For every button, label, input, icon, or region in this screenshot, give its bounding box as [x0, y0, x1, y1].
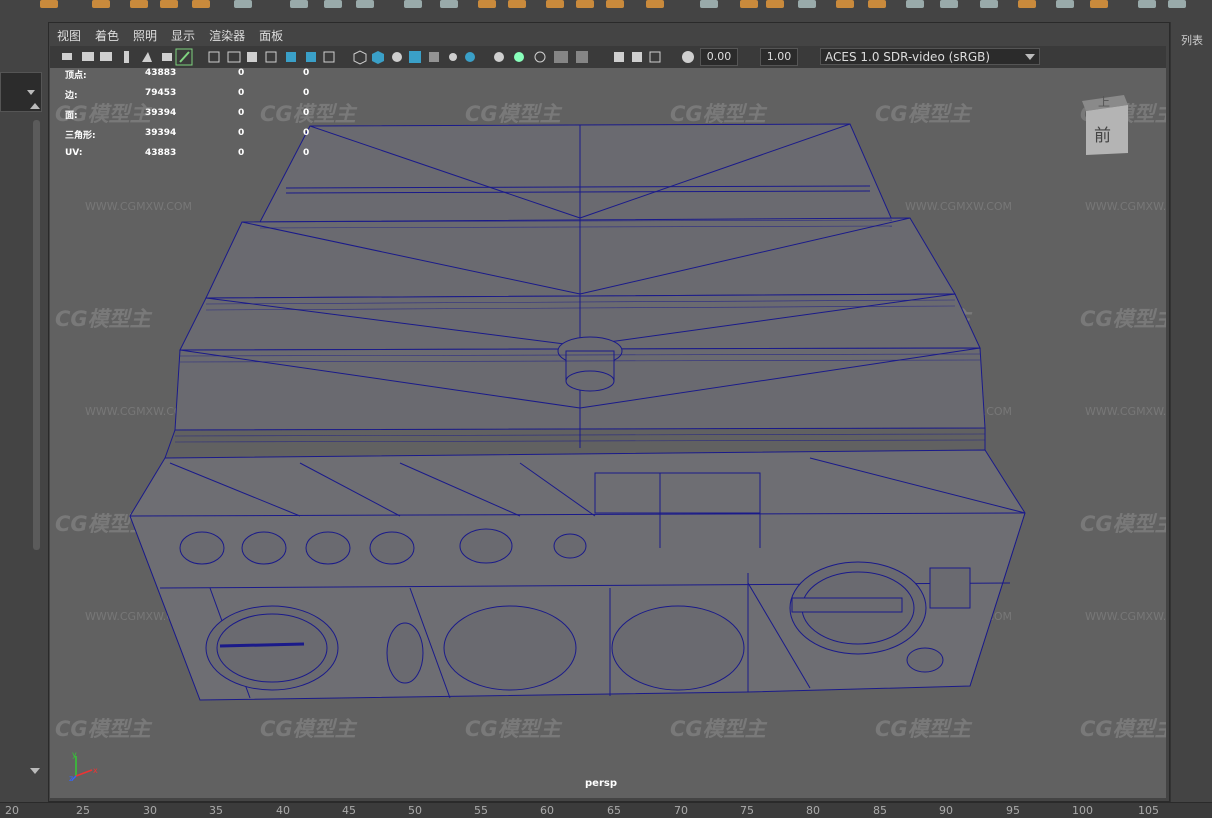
tool-icon[interactable]: [290, 0, 308, 8]
tool-icon[interactable]: [478, 0, 496, 8]
ruler-tick: 55: [474, 804, 488, 817]
tool-icon[interactable]: [92, 0, 110, 8]
ruler-tick: 30: [143, 804, 157, 817]
hud-value: 43883: [145, 68, 177, 78]
ruler-tick: 75: [740, 804, 754, 817]
tool-icon[interactable]: [868, 0, 886, 8]
ruler-tick: 100: [1072, 804, 1093, 817]
model-wireframe[interactable]: [50, 68, 1166, 798]
ruler-tick: 105: [1138, 804, 1159, 817]
hud-value: 79453: [145, 88, 177, 98]
ruler-tick: 90: [939, 804, 953, 817]
view-cube-front-label: 前: [1094, 126, 1111, 146]
tool-icon[interactable]: [40, 0, 58, 8]
tool-icon[interactable]: [508, 0, 526, 8]
ruler-tick: 45: [342, 804, 356, 817]
tool-icon[interactable]: [440, 0, 458, 8]
axis-x-label: x: [93, 766, 98, 775]
hud-label: 三角形:: [65, 131, 96, 141]
hud-value: 0: [303, 108, 310, 118]
tool-icon[interactable]: [836, 0, 854, 8]
viewport-3d[interactable]: CG模型主 CG模型主 CG模型主 CG模型主 CG模型主 CG模型主 WWW.…: [50, 68, 1166, 798]
tool-icon[interactable]: [234, 0, 252, 8]
ruler-tick: 95: [1006, 804, 1020, 817]
hud-value: 0: [238, 108, 245, 118]
menu-view[interactable]: 视图: [50, 25, 88, 45]
outliner-label[interactable]: 列表: [1181, 32, 1203, 48]
tool-icon[interactable]: [576, 0, 594, 8]
tool-icon[interactable]: [606, 0, 624, 8]
hud-value: 0: [238, 128, 245, 138]
hud-value: 0: [303, 88, 310, 98]
tool-icon[interactable]: [906, 0, 924, 8]
scroll-down-icon[interactable]: [30, 767, 40, 775]
menu-shading[interactable]: 着色: [88, 25, 126, 45]
ruler-tick: 35: [209, 804, 223, 817]
tool-icon[interactable]: [160, 0, 178, 8]
ruler-tick: 65: [607, 804, 621, 817]
hud-label: UV:: [65, 148, 83, 158]
axis-z-label: z: [69, 774, 73, 782]
tool-icon[interactable]: [404, 0, 422, 8]
tool-icon[interactable]: [324, 0, 342, 8]
tool-icon[interactable]: [1168, 0, 1186, 8]
tool-icon[interactable]: [130, 0, 148, 8]
chevron-down-icon: [1025, 54, 1035, 60]
menu-panels[interactable]: 面板: [252, 25, 290, 45]
hud-value: 39394: [145, 128, 177, 138]
tool-icon[interactable]: [940, 0, 958, 8]
tool-icon[interactable]: [646, 0, 664, 8]
ruler-tick: 50: [408, 804, 422, 817]
ruler-tick: 80: [806, 804, 820, 817]
ruler-tick: 25: [76, 804, 90, 817]
hud-label: 顶点:: [65, 71, 87, 81]
view-cube-top-label: 上: [1098, 95, 1111, 109]
exposure-field[interactable]: 0.00: [700, 48, 738, 66]
ruler-tick: 60: [540, 804, 554, 817]
color-space-dropdown[interactable]: ACES 1.0 SDR-video (sRGB): [820, 48, 1040, 65]
tool-icon[interactable]: [356, 0, 374, 8]
color-space-value: ACES 1.0 SDR-video (sRGB): [825, 50, 991, 64]
scrollbar[interactable]: [33, 120, 40, 550]
tool-icon[interactable]: [546, 0, 564, 8]
menu-show[interactable]: 显示: [164, 25, 202, 45]
hud-value: 0: [238, 68, 245, 78]
hud-value: 0: [303, 68, 310, 78]
hud-label: 边:: [65, 91, 78, 101]
scroll-up-icon[interactable]: [30, 102, 40, 110]
hud-value: 39394: [145, 108, 177, 118]
gamma-field[interactable]: 1.00: [760, 48, 798, 66]
tool-icon[interactable]: [798, 0, 816, 8]
ruler-tick: 20: [5, 804, 19, 817]
tool-icon[interactable]: [1090, 0, 1108, 8]
time-ruler[interactable]: 20 25 30 35 40 45 50 55 60 65 70 75 80 8…: [0, 802, 1212, 818]
ruler-tick: 40: [276, 804, 290, 817]
panel-menubar: 视图 着色 照明 显示 渲染器 面板: [50, 25, 290, 45]
right-panel: 列表: [1170, 22, 1212, 802]
tool-icon[interactable]: [980, 0, 998, 8]
axis-y-label: y: [72, 750, 77, 759]
axis-gizmo: y x z: [69, 750, 98, 782]
menu-renderer[interactable]: 渲染器: [202, 25, 252, 45]
hud-value: 0: [238, 88, 245, 98]
hud-label: 面:: [65, 111, 78, 121]
hud-value: 0: [303, 128, 310, 138]
tool-icon[interactable]: [192, 0, 210, 8]
main-toolbar: [0, 0, 1212, 23]
hud-value: 0: [303, 148, 310, 158]
tool-icon[interactable]: [1018, 0, 1036, 8]
tool-icon[interactable]: [1138, 0, 1156, 8]
tool-icon[interactable]: [1056, 0, 1074, 8]
menu-lighting[interactable]: 照明: [126, 25, 164, 45]
view-cube[interactable]: 上 前: [1080, 93, 1130, 155]
tool-icon[interactable]: [766, 0, 784, 8]
hud-value: 43883: [145, 148, 177, 158]
ruler-tick: 85: [873, 804, 887, 817]
hud-value: 0: [238, 148, 245, 158]
left-panel: [0, 22, 48, 802]
camera-label: persp: [585, 778, 617, 789]
ruler-tick: 70: [674, 804, 688, 817]
tool-icon[interactable]: [700, 0, 718, 8]
tool-icon[interactable]: [740, 0, 758, 8]
